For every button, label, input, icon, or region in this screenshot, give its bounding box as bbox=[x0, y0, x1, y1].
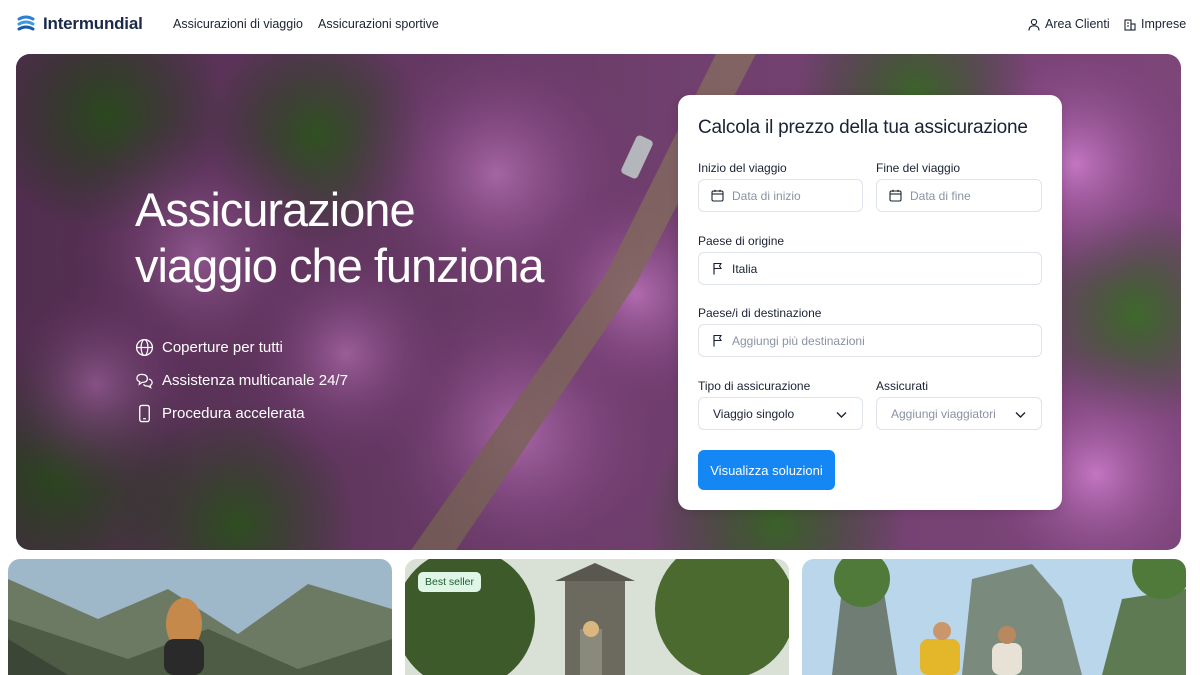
island-couple-image bbox=[802, 559, 1186, 675]
mountain-hiker-image bbox=[8, 559, 392, 675]
feature-label: Assistenza multicanale 24/7 bbox=[162, 372, 348, 389]
origin-country-input[interactable]: Italia bbox=[698, 252, 1042, 285]
end-date-placeholder: Data di fine bbox=[910, 188, 971, 203]
calendar-icon bbox=[889, 189, 902, 202]
logo-icon bbox=[17, 15, 35, 31]
building-icon bbox=[1124, 18, 1136, 31]
product-card[interactable]: Best seller bbox=[405, 559, 789, 675]
start-date-placeholder: Data di inizio bbox=[732, 188, 801, 203]
nav-link-sport-insurance[interactable]: Assicurazioni sportive bbox=[318, 17, 439, 31]
feature-fast-procedure: Procedura accelerata bbox=[135, 404, 305, 423]
view-solutions-button[interactable]: Visualizza soluzioni bbox=[698, 450, 835, 490]
insurance-type-select[interactable]: Viaggio singolo bbox=[698, 397, 863, 430]
chat-bubbles-icon bbox=[136, 373, 153, 389]
area-clienti-label: Area Clienti bbox=[1045, 17, 1110, 31]
flag-icon bbox=[713, 334, 722, 347]
product-card[interactable] bbox=[802, 559, 1186, 675]
chevron-down-icon bbox=[1015, 412, 1026, 418]
destination-input[interactable]: Aggiungi più destinazioni bbox=[698, 324, 1042, 357]
insurance-type-label: Tipo di assicurazione bbox=[698, 379, 811, 393]
feature-label: Procedura accelerata bbox=[162, 405, 305, 422]
hero-heading: Assicurazione viaggio che funziona bbox=[135, 182, 635, 294]
nav-link-travel-insurance[interactable]: Assicurazioni di viaggio bbox=[173, 17, 303, 31]
destination-placeholder: Aggiungi più destinazioni bbox=[732, 333, 865, 348]
area-clienti-link[interactable]: Area Clienti bbox=[1028, 17, 1110, 31]
insured-label: Assicurati bbox=[876, 379, 929, 393]
smartphone-icon bbox=[139, 404, 150, 423]
feature-coverage: Coperture per tutti bbox=[135, 338, 283, 357]
product-card[interactable] bbox=[8, 559, 392, 675]
insured-select[interactable]: Aggiungi viaggiatori bbox=[876, 397, 1042, 430]
start-date-input[interactable]: Data di inizio bbox=[698, 179, 863, 212]
imprese-label: Imprese bbox=[1141, 17, 1187, 31]
brand-name: Intermundial bbox=[43, 14, 143, 33]
end-date-label: Fine del viaggio bbox=[876, 161, 961, 175]
price-calculator-form: Calcola il prezzo della tua assicurazion… bbox=[678, 95, 1062, 510]
best-seller-badge: Best seller bbox=[418, 572, 482, 592]
feature-label: Coperture per tutti bbox=[162, 339, 283, 356]
top-navigation: Intermundial Assicurazioni di viaggio As… bbox=[0, 0, 1200, 50]
flag-icon bbox=[713, 262, 722, 275]
imprese-link[interactable]: Imprese bbox=[1124, 17, 1186, 31]
hero-heading-line-2: viaggio che funziona bbox=[135, 239, 545, 292]
insured-placeholder: Aggiungi viaggiatori bbox=[891, 406, 996, 421]
hero-heading-line-1: Assicurazione bbox=[135, 183, 416, 236]
origin-country-label: Paese di origine bbox=[698, 234, 785, 248]
origin-country-value: Italia bbox=[732, 261, 758, 276]
brand-logo[interactable]: Intermundial bbox=[16, 14, 143, 34]
form-title: Calcola il prezzo della tua assicurazion… bbox=[698, 117, 1028, 138]
feature-assistance: Assistenza multicanale 24/7 bbox=[135, 371, 348, 390]
end-date-input[interactable]: Data di fine bbox=[876, 179, 1042, 212]
chevron-down-icon bbox=[836, 412, 847, 418]
insurance-type-value: Viaggio singolo bbox=[713, 406, 795, 421]
globe-icon bbox=[135, 338, 154, 357]
user-icon bbox=[1028, 18, 1040, 31]
destination-label: Paese/i di destinazione bbox=[698, 306, 822, 320]
calendar-icon bbox=[711, 189, 724, 202]
start-date-label: Inizio del viaggio bbox=[698, 161, 787, 175]
